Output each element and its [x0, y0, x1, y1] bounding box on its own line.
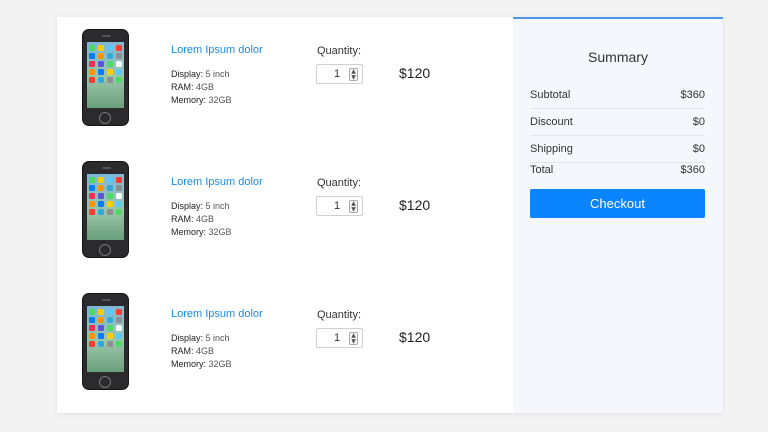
spec-memory-value: 32GB	[208, 359, 232, 369]
smartphone-icon	[82, 293, 129, 390]
chevron-down-icon[interactable]: ▼	[351, 338, 356, 345]
cart-card: Lorem Ipsum dolor Display: 5 inch RAM: 4…	[57, 17, 723, 413]
quantity-stepper[interactable]: 1 ▲ ▼	[316, 196, 363, 216]
spec-display-label: Display:	[171, 201, 204, 211]
product-specs: Display: 5 inch RAM: 4GB Memory: 32GB	[171, 68, 232, 107]
subtotal-label: Subtotal	[530, 89, 571, 101]
spec-display-label: Display:	[171, 69, 204, 79]
spec-display-label: Display:	[171, 333, 204, 343]
summary-row-total: Total $360	[530, 164, 705, 176]
item-price: $120	[399, 197, 431, 213]
item-price: $120	[399, 65, 431, 81]
subtotal-value: $360	[680, 89, 705, 101]
smartphone-icon	[82, 161, 129, 258]
spec-display-value: 5 inch	[205, 333, 230, 343]
cart-item: Lorem Ipsum dolor Display: 5 inch RAM: 4…	[57, 281, 513, 413]
spinner-buttons[interactable]: ▲ ▼	[349, 68, 358, 81]
spec-display-value: 5 inch	[205, 69, 230, 79]
spinner-buttons[interactable]: ▲ ▼	[349, 332, 358, 345]
quantity-value[interactable]: 1	[334, 332, 340, 344]
product-specs: Display: 5 inch RAM: 4GB Memory: 32GB	[171, 200, 232, 239]
order-summary-panel: Summary Subtotal $360 Discount $0 Shippi…	[513, 17, 723, 413]
spec-ram-value: 4GB	[196, 346, 215, 356]
quantity-stepper[interactable]: 1 ▲ ▼	[316, 64, 363, 84]
summary-row-discount: Discount $0	[530, 116, 705, 136]
cart-item: Lorem Ipsum dolor Display: 5 inch RAM: 4…	[57, 17, 513, 149]
smartphone-icon	[82, 29, 129, 126]
summary-row-shipping: Shipping $0	[530, 143, 705, 163]
spinner-buttons[interactable]: ▲ ▼	[349, 200, 358, 213]
quantity-label: Quantity:	[317, 309, 362, 321]
product-title-link[interactable]: Lorem Ipsum dolor	[171, 44, 263, 56]
shipping-label: Shipping	[530, 143, 573, 155]
quantity-value[interactable]: 1	[334, 68, 340, 80]
total-value: $360	[680, 164, 705, 176]
summary-row-subtotal: Subtotal $360	[530, 89, 705, 109]
chevron-down-icon[interactable]: ▼	[351, 74, 356, 81]
spec-ram-label: RAM:	[171, 82, 194, 92]
discount-value: $0	[692, 116, 705, 128]
chevron-down-icon[interactable]: ▼	[351, 206, 356, 213]
product-title-link[interactable]: Lorem Ipsum dolor	[171, 176, 263, 188]
quantity-label: Quantity:	[317, 45, 362, 57]
product-specs: Display: 5 inch RAM: 4GB Memory: 32GB	[171, 332, 232, 371]
cart-items-list: Lorem Ipsum dolor Display: 5 inch RAM: 4…	[57, 17, 513, 413]
spec-memory-label: Memory:	[171, 359, 207, 369]
cart-item: Lorem Ipsum dolor Display: 5 inch RAM: 4…	[57, 149, 513, 281]
quantity-value[interactable]: 1	[334, 200, 340, 212]
discount-label: Discount	[530, 116, 573, 128]
quantity-label: Quantity:	[317, 177, 362, 189]
spec-memory-label: Memory:	[171, 95, 207, 105]
spec-memory-value: 32GB	[208, 227, 232, 237]
spec-ram-label: RAM:	[171, 346, 194, 356]
item-price: $120	[399, 329, 431, 345]
spec-memory-value: 32GB	[208, 95, 232, 105]
spec-memory-label: Memory:	[171, 227, 207, 237]
summary-title: Summary	[588, 49, 648, 65]
product-title-link[interactable]: Lorem Ipsum dolor	[171, 308, 263, 320]
checkout-button[interactable]: Checkout	[530, 189, 705, 218]
spec-ram-label: RAM:	[171, 214, 194, 224]
total-label: Total	[530, 164, 554, 176]
spec-ram-value: 4GB	[196, 82, 215, 92]
quantity-stepper[interactable]: 1 ▲ ▼	[316, 328, 363, 348]
spec-display-value: 5 inch	[205, 201, 230, 211]
spec-ram-value: 4GB	[196, 214, 215, 224]
shipping-value: $0	[692, 143, 705, 155]
